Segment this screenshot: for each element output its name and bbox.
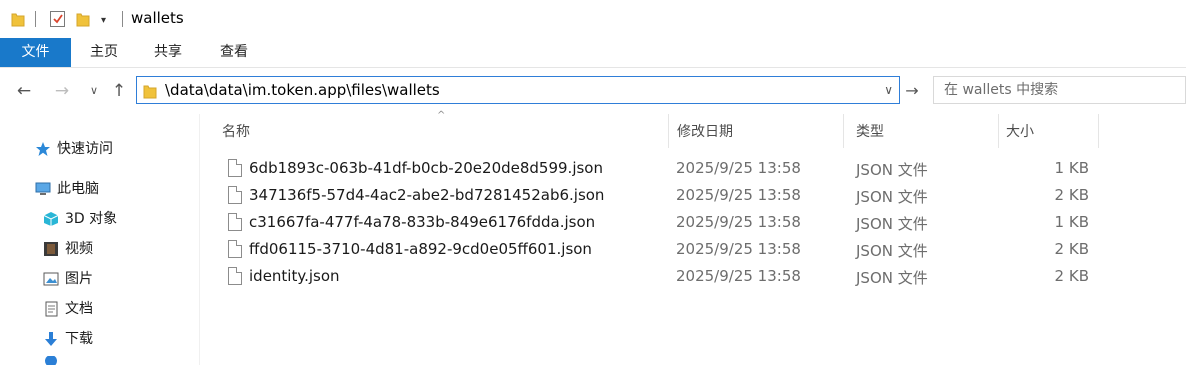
navigation-pane: 快速访问 此电脑 3D 对象 视频 图片 文档 下载 [0, 114, 200, 365]
sidebar-item-partial[interactable] [42, 356, 65, 365]
cube-icon [42, 210, 60, 228]
file-name: 347136f5-57d4-4ac2-abe2-bd7281452ab6.jso… [249, 186, 605, 204]
music-icon [42, 356, 60, 365]
file-type: JSON 文件 [856, 188, 928, 206]
file-modified: 2025/9/25 13:58 [676, 186, 801, 204]
file-icon [228, 159, 242, 177]
file-type: JSON 文件 [856, 161, 928, 179]
sidebar-item-documents[interactable]: 文档 [42, 296, 93, 322]
file-size: 2 KB [1054, 186, 1089, 204]
file-icon [228, 267, 242, 285]
tab-share[interactable]: 共享 [148, 38, 188, 67]
file-row[interactable]: ffd06115-3710-4d81-a892-9cd0e05ff601.jso… [222, 236, 1122, 263]
file-size: 1 KB [1054, 213, 1089, 231]
sidebar-item-this-pc[interactable]: 此电脑 [34, 176, 99, 202]
picture-icon [42, 270, 60, 288]
back-arrow-icon[interactable]: ← [14, 80, 34, 102]
sidebar-item-downloads[interactable]: 下载 [42, 326, 93, 352]
sidebar-item-label: 图片 [65, 271, 93, 287]
sidebar-item-label: 下载 [65, 331, 93, 347]
sidebar-item-quick-access[interactable]: 快速访问 [34, 136, 113, 162]
file-type: JSON 文件 [856, 269, 928, 287]
sidebar-item-videos[interactable]: 视频 [42, 236, 93, 262]
folder-icon [143, 85, 157, 99]
window-title: wallets [131, 9, 184, 27]
sidebar-item-label: 文档 [65, 301, 93, 317]
navigation-bar: ← → ∨ ↑ \data\data\im.token.app\files\wa… [0, 68, 1186, 114]
file-row[interactable]: 347136f5-57d4-4ac2-abe2-bd7281452ab6.jso… [222, 182, 1122, 209]
folder-icon[interactable] [11, 11, 25, 27]
file-icon [228, 186, 242, 204]
sidebar-item-label: 3D 对象 [65, 211, 118, 227]
toolbar-separator [122, 11, 123, 27]
file-row[interactable]: identity.json 2025/9/25 13:58 JSON 文件 2 … [222, 263, 1122, 290]
recent-locations-chevron-icon[interactable]: ∨ [84, 80, 104, 102]
up-arrow-icon[interactable]: ↑ [109, 80, 129, 102]
title-bar: ▾ wallets [0, 0, 1186, 38]
file-modified: 2025/9/25 13:58 [676, 159, 801, 177]
file-row[interactable]: c31667fa-477f-4a78-833b-849e6176fdda.jso… [222, 209, 1122, 236]
file-modified: 2025/9/25 13:58 [676, 240, 801, 258]
column-header-size[interactable]: 大小 [998, 116, 1098, 148]
film-icon [42, 240, 60, 258]
computer-icon [34, 180, 52, 198]
address-bar[interactable]: \data\data\im.token.app\files\wallets ∨ [136, 76, 900, 104]
sidebar-item-label: 快速访问 [57, 141, 113, 157]
forward-arrow-icon[interactable]: → [52, 80, 72, 102]
search-box[interactable] [933, 76, 1186, 104]
address-path[interactable]: \data\data\im.token.app\files\wallets [165, 81, 440, 99]
ribbon-tabs: 文件 主页 共享 查看 [0, 38, 1186, 68]
file-type: JSON 文件 [856, 215, 928, 233]
file-name: 6db1893c-063b-41df-b0cb-20e20de8d599.jso… [249, 159, 603, 177]
file-size: 2 KB [1054, 267, 1089, 285]
file-list: ^ 名称 修改日期 类型 大小 6db1893c-063b-41df-b0cb-… [200, 110, 1186, 365]
file-type: JSON 文件 [856, 242, 928, 260]
customize-toolbar-dropdown-icon[interactable]: ▾ [101, 15, 106, 26]
go-arrow-icon[interactable]: → [903, 82, 921, 100]
star-icon [34, 140, 52, 158]
new-folder-icon[interactable] [76, 11, 90, 27]
column-header-type[interactable]: 类型 [848, 116, 998, 148]
toolbar-separator [35, 11, 36, 27]
file-icon [228, 213, 242, 231]
address-dropdown-icon[interactable]: ∨ [884, 83, 893, 97]
column-divider[interactable] [1098, 114, 1099, 148]
file-modified: 2025/9/25 13:58 [676, 267, 801, 285]
sidebar-item-pictures[interactable]: 图片 [42, 266, 93, 292]
document-icon [42, 300, 60, 318]
sidebar-item-label: 视频 [65, 241, 93, 257]
tab-view[interactable]: 查看 [214, 38, 254, 67]
column-divider[interactable] [843, 114, 844, 148]
download-icon [42, 330, 60, 348]
file-row[interactable]: 6db1893c-063b-41df-b0cb-20e20de8d599.jso… [222, 155, 1122, 182]
tab-home[interactable]: 主页 [84, 38, 124, 67]
file-icon [228, 240, 242, 258]
properties-check-icon[interactable] [50, 11, 65, 27]
tab-file[interactable]: 文件 [0, 38, 71, 67]
file-name: ffd06115-3710-4d81-a892-9cd0e05ff601.jso… [249, 240, 592, 258]
file-name: c31667fa-477f-4a78-833b-849e6176fdda.jso… [249, 213, 596, 231]
column-header-name[interactable]: 名称 [214, 116, 668, 148]
column-header-modified[interactable]: 修改日期 [669, 116, 843, 148]
file-name: identity.json [249, 267, 340, 285]
sidebar-item-3d-objects[interactable]: 3D 对象 [42, 206, 117, 232]
file-size: 1 KB [1054, 159, 1089, 177]
sidebar-item-label: 此电脑 [57, 181, 99, 197]
file-modified: 2025/9/25 13:58 [676, 213, 801, 231]
file-size: 2 KB [1054, 240, 1089, 258]
search-input[interactable] [934, 77, 1185, 103]
